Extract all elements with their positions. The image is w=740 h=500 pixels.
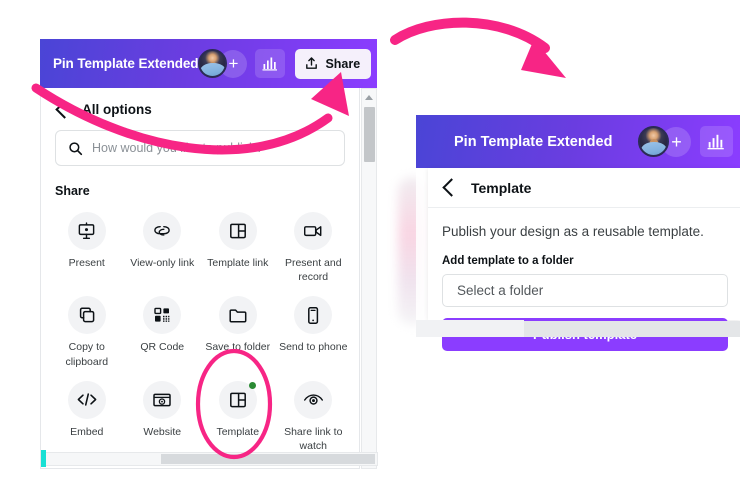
option-label: Website <box>143 425 182 438</box>
horizontal-scrollbar-thumb[interactable] <box>161 454 375 464</box>
option-label: Present <box>68 257 105 269</box>
search-field[interactable]: How would you like to publish? <box>55 130 345 166</box>
present-screen-icon <box>78 221 95 239</box>
option-icon-wrap <box>294 380 333 419</box>
link-chain-icon <box>154 225 171 236</box>
panel-title: Template <box>471 179 532 196</box>
share-option-present[interactable]: Present <box>49 206 125 284</box>
share-button[interactable]: Share <box>295 48 372 79</box>
option-label: Share link to watch <box>284 425 343 452</box>
share-option-save-to-folder[interactable]: Save to folder <box>200 290 276 368</box>
option-icon-wrap <box>218 296 257 335</box>
new-badge-dot <box>248 381 256 389</box>
option-icon-wrap <box>67 380 106 419</box>
user-avatar[interactable] <box>638 126 670 157</box>
template-panel: Template Publish your design as a reusab… <box>428 168 740 351</box>
option-label: Present and record <box>284 257 342 284</box>
option-label: Copy to clipboard <box>65 341 109 368</box>
option-label: QR Code <box>140 341 185 354</box>
share-option-template-link[interactable]: Template link <box>200 206 276 284</box>
option-label: Embed <box>70 425 104 438</box>
panel-vertical-scrollbar[interactable] <box>361 88 377 469</box>
option-label: Save to folder <box>205 341 271 354</box>
option-icon-wrap <box>294 212 333 250</box>
option-icon-wrap <box>143 212 182 250</box>
share-option-template[interactable]: Template <box>200 375 276 453</box>
panel-left-edge <box>416 168 428 328</box>
option-icon-wrap <box>294 296 333 335</box>
document-title: Pin Template Extended <box>454 133 613 150</box>
qr-code-icon <box>154 308 170 323</box>
code-brackets-icon <box>77 393 97 406</box>
bar-chart-icon <box>708 134 725 150</box>
share-option-share-link-to-watch[interactable]: Share link to watch <box>276 375 352 453</box>
template-description: Publish your design as a reusable templa… <box>442 224 704 239</box>
option-icon-wrap <box>67 296 106 335</box>
search-icon <box>69 141 83 155</box>
search-input-placeholder[interactable]: How would you like to publish? <box>92 141 263 155</box>
template-layout-icon <box>229 223 246 239</box>
mobile-phone-icon <box>308 306 319 324</box>
panel-title: All options <box>82 102 152 117</box>
option-icon-wrap <box>67 212 106 250</box>
upload-arrow-icon <box>306 57 318 69</box>
horizontal-scrollbar[interactable] <box>40 452 378 466</box>
analytics-button[interactable] <box>700 126 734 157</box>
share-options-panel: All options How would you like to publis… <box>40 88 360 469</box>
share-option-present-and-record[interactable]: Present and record <box>276 206 352 284</box>
option-icon-wrap <box>143 380 182 419</box>
share-section-label: Share <box>55 184 90 198</box>
share-option-copy-to-clipboard[interactable]: Copy to clipboard <box>49 290 125 368</box>
option-label: Template link <box>207 257 269 269</box>
share-options-grid: Present View-only link Template link Pre… <box>41 204 359 453</box>
triangle-up-icon[interactable] <box>365 95 373 100</box>
document-title: Pin Template Extended <box>53 56 199 71</box>
share-option-qr-code[interactable]: QR Code <box>125 290 201 368</box>
copy-icon <box>79 307 95 323</box>
share-option-send-to-phone[interactable]: Send to phone <box>276 290 352 368</box>
share-option-embed[interactable]: Embed <box>49 375 125 453</box>
left-window-header: Pin Template Extended + Share <box>40 39 377 88</box>
chevron-left-icon[interactable] <box>55 100 74 119</box>
option-icon-wrap <box>143 296 182 335</box>
bar-chart-icon <box>262 57 277 71</box>
share-option-view-only-link[interactable]: View-only link <box>125 206 201 284</box>
website-icon <box>153 393 171 407</box>
user-avatar[interactable] <box>198 49 228 78</box>
chevron-left-icon[interactable] <box>442 178 461 197</box>
right-canva-window: Pin Template Extended + Template Publish… <box>398 115 740 385</box>
analytics-button[interactable] <box>255 49 286 78</box>
window-bottom-edge-left <box>416 320 524 337</box>
video-camera-icon <box>304 226 322 237</box>
panel-header-row: All options <box>41 88 359 125</box>
folder-select[interactable]: Select a folder <box>442 274 728 307</box>
share-option-website[interactable]: Website <box>125 375 201 453</box>
template-layout-icon <box>229 392 246 408</box>
folder-field-label: Add template to a folder <box>442 255 574 267</box>
share-button-label: Share <box>325 56 361 71</box>
scrollbar-thumb[interactable] <box>364 107 375 162</box>
option-label: Send to phone <box>279 341 348 354</box>
teal-edge-marker <box>41 450 46 467</box>
option-label: Template <box>216 425 260 438</box>
right-window-header: Pin Template Extended + <box>416 115 740 168</box>
window-bottom-edge-right <box>524 321 740 337</box>
left-canva-window: Pin Template Extended + Share All option… <box>40 39 377 469</box>
template-panel-header: Template <box>428 168 740 208</box>
folder-icon <box>229 309 247 323</box>
eye-icon <box>303 394 323 405</box>
option-icon-wrap <box>218 212 257 250</box>
option-icon-wrap <box>218 380 257 419</box>
option-label: View-only link <box>130 257 195 269</box>
curved-arrow-right-icon <box>390 17 566 78</box>
